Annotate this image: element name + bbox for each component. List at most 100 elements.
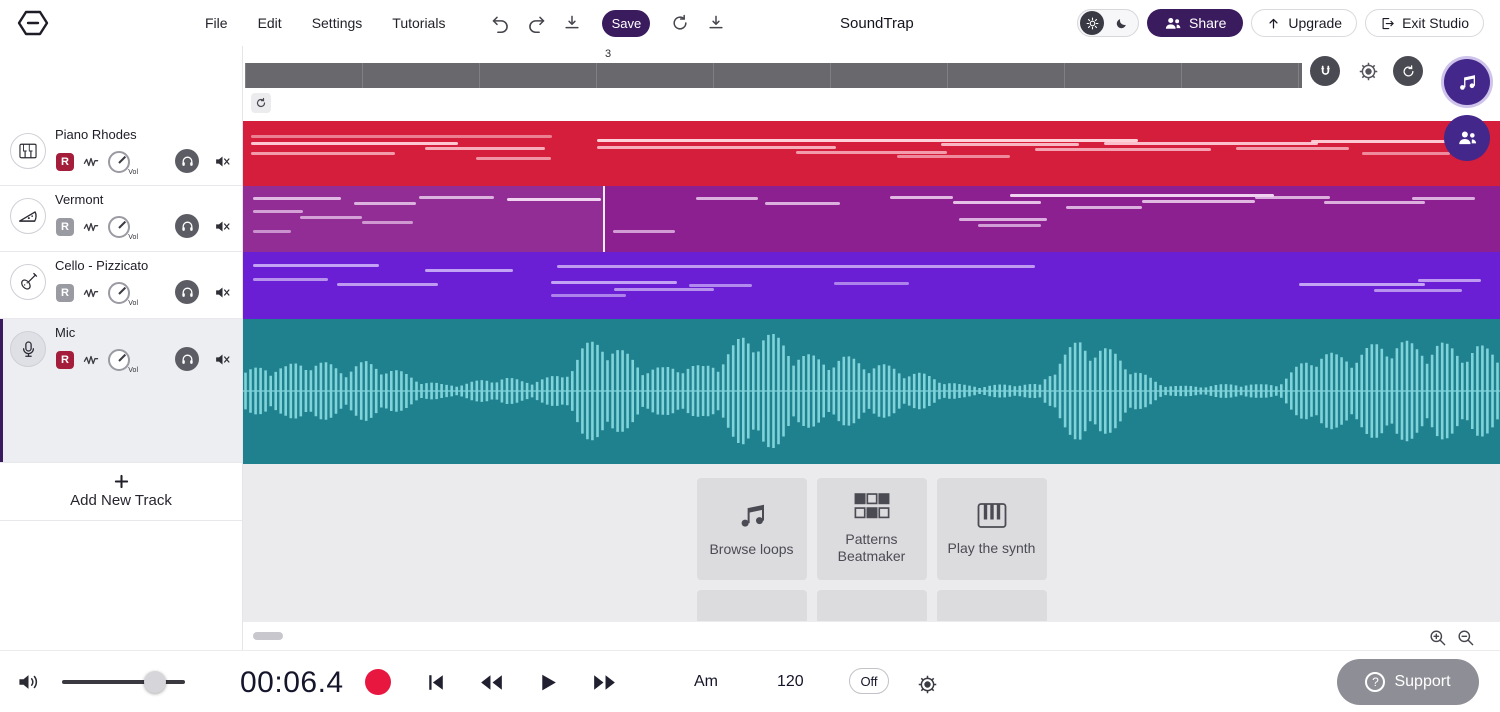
midi-note[interactable] [1236, 147, 1350, 150]
midi-note[interactable] [1066, 206, 1142, 209]
audio-waveform[interactable] [243, 319, 1500, 464]
midi-note[interactable] [425, 269, 514, 272]
download-icon[interactable] [556, 7, 588, 39]
midi-note[interactable] [250, 152, 396, 155]
midi-note[interactable] [1298, 283, 1425, 286]
rewind-button[interactable] [472, 663, 510, 701]
midi-note[interactable] [250, 135, 553, 138]
midi-activity-icon[interactable] [83, 155, 99, 169]
metronome-toggle[interactable]: Off [849, 668, 889, 694]
volume-knob[interactable]: Vol [108, 282, 138, 307]
midi-note[interactable] [250, 142, 458, 145]
midi-note[interactable] [1104, 142, 1318, 145]
track-header-cello-pizzicato[interactable]: Cello - Pizzicato R Vol [0, 252, 242, 319]
mute-icon[interactable] [209, 347, 235, 371]
browse-loops-button[interactable]: Browse loops [696, 478, 807, 580]
light-theme-icon[interactable] [1080, 11, 1104, 35]
midi-note[interactable] [253, 210, 304, 213]
midi-note[interactable] [475, 157, 551, 160]
undo-icon[interactable] [484, 7, 516, 39]
midi-note[interactable] [253, 264, 379, 267]
patterns-beatmaker-button[interactable]: Patterns Beatmaker [816, 478, 927, 580]
project-key[interactable]: Am [694, 673, 718, 691]
record-button[interactable] [365, 669, 391, 695]
midi-note[interactable] [953, 201, 1042, 204]
midi-note[interactable] [1361, 152, 1450, 155]
piano-icon[interactable] [10, 133, 46, 169]
solo-headphones-icon[interactable] [175, 149, 199, 173]
midi-activity-icon[interactable] [83, 353, 99, 367]
midi-note[interactable] [253, 197, 342, 200]
midi-note[interactable] [1374, 289, 1463, 292]
midi-note[interactable] [1311, 140, 1463, 143]
midi-note[interactable] [940, 143, 1079, 146]
midi-note[interactable] [959, 218, 1048, 221]
midi-activity-icon[interactable] [83, 286, 99, 300]
midi-note[interactable] [1254, 196, 1331, 199]
menu-tutorials[interactable]: Tutorials [377, 9, 460, 37]
midi-note[interactable] [253, 278, 329, 281]
midi-note[interactable] [764, 202, 841, 205]
midi-note[interactable] [1412, 197, 1475, 200]
play-the-synth-button[interactable]: Play the synth [936, 478, 1047, 580]
volume-knob[interactable]: Vol [108, 349, 138, 374]
fast-forward-button[interactable] [585, 663, 623, 701]
midi-note[interactable] [1324, 201, 1425, 204]
track-header-piano-rhodes[interactable]: Piano Rhodes R Vol [0, 121, 242, 186]
midi-activity-icon[interactable] [83, 220, 99, 234]
midi-note[interactable] [299, 216, 363, 219]
timeline-settings-gear-icon[interactable] [1355, 58, 1381, 84]
midi-note[interactable] [425, 147, 545, 150]
save-button[interactable]: Save [602, 9, 651, 37]
synth-icon[interactable] [10, 198, 46, 234]
mic-icon[interactable] [10, 331, 46, 367]
midi-note[interactable] [550, 281, 677, 284]
menu-file[interactable]: File [190, 9, 243, 37]
horizontal-scrollbar[interactable] [253, 632, 283, 640]
upgrade-button[interactable]: Upgrade [1251, 9, 1358, 37]
redo-icon[interactable] [520, 7, 552, 39]
track-header-mic[interactable]: Mic R Vol [0, 319, 242, 463]
midi-note[interactable] [353, 202, 417, 205]
midi-note[interactable] [506, 198, 602, 201]
midi-note[interactable] [890, 196, 954, 199]
record-arm-badge[interactable]: R [56, 351, 74, 369]
share-button[interactable]: Share [1147, 9, 1244, 37]
zoom-in-icon[interactable] [1426, 626, 1448, 648]
midi-note[interactable] [1009, 194, 1274, 197]
midi-note[interactable] [1418, 279, 1482, 282]
menu-settings[interactable]: Settings [297, 9, 378, 37]
track-name[interactable]: Piano Rhodes [55, 127, 137, 142]
midi-note[interactable] [896, 155, 1010, 158]
volume-slider-handle[interactable] [144, 671, 166, 693]
new-window-button[interactable] [816, 590, 927, 621]
exit-studio-button[interactable]: Exit Studio [1365, 9, 1484, 37]
sync-icon[interactable] [664, 7, 696, 39]
clip-boundary[interactable] [602, 186, 605, 252]
midi-note[interactable] [253, 230, 291, 233]
midi-note[interactable] [796, 151, 947, 154]
midi-note[interactable] [418, 196, 495, 199]
track-lane-vermont[interactable] [243, 186, 1500, 252]
loop-toggle-button[interactable] [1393, 56, 1423, 86]
midi-note[interactable] [597, 139, 1138, 142]
instrument-fab-music-note-icon[interactable] [1444, 59, 1490, 105]
midi-note[interactable] [695, 197, 759, 200]
menu-edit[interactable]: Edit [243, 9, 297, 37]
record-arm-badge[interactable]: R [56, 284, 74, 302]
track-name[interactable]: Vermont [55, 192, 103, 207]
record-arm-badge[interactable]: R [56, 153, 74, 171]
track-header-vermont[interactable]: Vermont R Vol [0, 186, 242, 252]
midi-note[interactable] [557, 265, 1035, 268]
solo-headphones-icon[interactable] [175, 347, 199, 371]
solo-headphones-icon[interactable] [175, 214, 199, 238]
midi-note[interactable] [550, 294, 627, 297]
record-arm-badge[interactable]: R [56, 218, 74, 236]
master-volume-slider[interactable] [62, 671, 185, 693]
add-more-button[interactable] [936, 590, 1047, 621]
midi-note[interactable] [978, 224, 1042, 227]
import-file-button[interactable] [696, 590, 807, 621]
loop-region-icon[interactable] [251, 93, 271, 113]
collaboration-fab-people-icon[interactable] [1444, 115, 1490, 161]
play-button[interactable] [528, 663, 566, 701]
